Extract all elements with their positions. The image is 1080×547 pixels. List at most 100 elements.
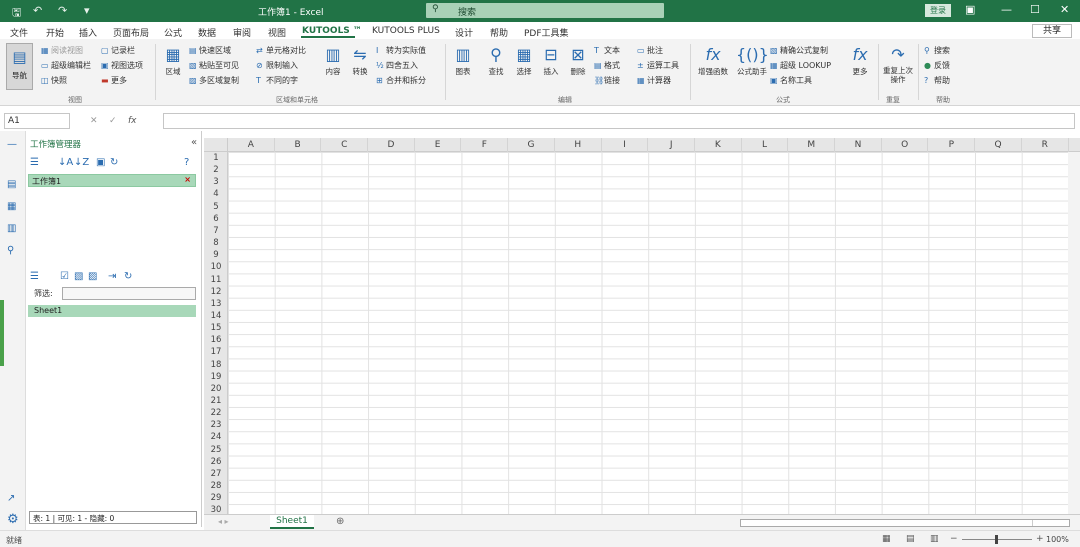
comment-button[interactable]: ▭ 批注 xyxy=(637,45,663,56)
name-box[interactable]: A1 xyxy=(4,113,70,129)
help-button[interactable]: ? 帮助 xyxy=(924,75,950,86)
filter-input[interactable] xyxy=(62,287,196,300)
zoom-thumb[interactable] xyxy=(995,535,998,544)
column-list-icon[interactable]: ▥ xyxy=(7,223,16,234)
insert-button[interactable]: ⊟ 插入 xyxy=(540,44,562,77)
minimize-icon[interactable]: — xyxy=(1001,3,1012,16)
row-header[interactable]: 9 xyxy=(204,249,228,261)
column-header[interactable]: A xyxy=(228,138,275,152)
row-header[interactable]: 13 xyxy=(204,298,228,310)
add-sheet-icon[interactable]: ⊕ xyxy=(336,516,344,527)
collapse-icon[interactable]: — xyxy=(7,139,17,150)
enter-icon[interactable]: ✓ xyxy=(109,116,117,126)
close-workbook-icon[interactable]: × xyxy=(184,175,191,184)
horizontal-scrollbar[interactable] xyxy=(740,519,1070,527)
select-all-corner[interactable] xyxy=(204,138,228,152)
column-header[interactable]: E xyxy=(415,138,462,152)
super-lookup-button[interactable]: ▦ 超级 LOOKUP xyxy=(770,60,831,71)
column-header[interactable]: F xyxy=(462,138,509,152)
tab-kutools-plus[interactable]: KUTOOLS PLUS xyxy=(372,26,440,36)
view-options-button[interactable]: ▣ 视图选项 xyxy=(101,60,143,71)
menu-icon[interactable]: ☰ xyxy=(30,157,39,168)
different-button[interactable]: T 不同的字 xyxy=(256,75,298,86)
page-layout-view-icon[interactable]: ▤ xyxy=(906,534,915,544)
record-bar-button[interactable]: ▢ 记录栏 xyxy=(101,45,135,56)
sort-desc-icon[interactable]: ↓Z xyxy=(74,157,89,168)
compare-cells-button[interactable]: ⇄ 单元格对比 xyxy=(256,45,306,56)
tab-data[interactable]: 数据 xyxy=(198,26,216,39)
help-circle-icon[interactable]: ? xyxy=(184,157,189,168)
quick-range-button[interactable]: ▤ 快速区域 xyxy=(189,45,231,56)
column-header[interactable]: I xyxy=(602,138,649,152)
move-sheet-icon[interactable]: ⇥ xyxy=(108,271,116,282)
export-icon[interactable]: ↗ xyxy=(7,493,15,504)
refresh-sheets-icon[interactable]: ↻ xyxy=(124,271,132,282)
column-header[interactable]: M xyxy=(788,138,836,152)
restrict-input-button[interactable]: ⊘ 限制输入 xyxy=(256,60,298,71)
row-header[interactable]: 10 xyxy=(204,261,228,273)
undo-icon[interactable]: ↶ xyxy=(33,4,42,17)
column-header[interactable]: R xyxy=(1022,138,1069,152)
snapshot-button[interactable]: ◫ 快照 xyxy=(41,75,67,86)
cell-grid[interactable] xyxy=(228,152,1080,514)
row-header[interactable]: 23 xyxy=(204,419,228,431)
tab-pdf-tools[interactable]: PDF工具集 xyxy=(524,26,569,39)
row-header[interactable]: 21 xyxy=(204,395,228,407)
sheet-list-icon[interactable]: ▤ xyxy=(7,179,16,190)
column-header[interactable]: K xyxy=(695,138,742,152)
row-header[interactable]: 25 xyxy=(204,444,228,456)
tab-formulas[interactable]: 公式 xyxy=(164,26,182,39)
to-actual-button[interactable]: Ι 转为实际值 xyxy=(376,45,426,56)
merge-split-button[interactable]: ⊞ 合并和拆分 xyxy=(376,75,426,86)
tab-view[interactable]: 视图 xyxy=(268,26,286,39)
column-header[interactable]: O xyxy=(882,138,929,152)
row-header[interactable]: 18 xyxy=(204,359,228,371)
range-button[interactable]: ▦ 区域 xyxy=(162,44,184,77)
cancel-icon[interactable]: ✕ xyxy=(90,116,98,126)
row-header[interactable]: 4 xyxy=(204,188,228,200)
signin-button[interactable]: 登录 xyxy=(925,4,951,17)
new-window-icon[interactable]: ▣ xyxy=(96,157,105,168)
tab-home[interactable]: 开始 xyxy=(46,26,64,39)
maximize-icon[interactable]: ☐ xyxy=(1030,3,1040,16)
row-header[interactable]: 16 xyxy=(204,334,228,346)
operation-tools-button[interactable]: ± 运算工具 xyxy=(637,60,679,71)
format-button[interactable]: ▤ 格式 xyxy=(594,60,620,71)
sheet-menu-icon[interactable]: ☰ xyxy=(30,271,39,282)
insert-function-icon[interactable]: fx xyxy=(128,116,137,126)
rerun-last-button[interactable]: ↷ 重复上次操作 xyxy=(882,44,914,84)
vertical-scrollbar[interactable] xyxy=(1068,152,1080,514)
sheet-nav-arrows[interactable]: ◂ ▸ xyxy=(218,517,229,526)
row-header[interactable]: 3 xyxy=(204,176,228,188)
select-button[interactable]: ▦ 选择 xyxy=(513,44,535,77)
name-tools-button[interactable]: ▣ 名称工具 xyxy=(770,75,812,86)
row-header[interactable]: 17 xyxy=(204,346,228,358)
find-button[interactable]: ⚲ 查找 xyxy=(485,44,507,77)
column-header[interactable]: C xyxy=(321,138,369,152)
column-header[interactable]: Q xyxy=(975,138,1022,152)
content-button[interactable]: ▥ 内容 xyxy=(322,44,344,77)
row-header[interactable]: 26 xyxy=(204,456,228,468)
chart-button[interactable]: ▥ 图表 xyxy=(452,44,474,77)
row-header[interactable]: 8 xyxy=(204,237,228,249)
row-header[interactable]: 14 xyxy=(204,310,228,322)
close-icon[interactable]: ✕ xyxy=(1060,3,1069,16)
column-header[interactable]: N xyxy=(835,138,882,152)
tab-design[interactable]: 设计 xyxy=(455,26,473,39)
tab-insert[interactable]: 插入 xyxy=(79,26,97,39)
column-header[interactable]: H xyxy=(555,138,602,152)
normal-view-icon[interactable]: ▦ xyxy=(882,534,891,544)
delete-button[interactable]: ⊠ 删除 xyxy=(567,44,589,77)
row-header[interactable]: 6 xyxy=(204,213,228,225)
row-header[interactable]: 5 xyxy=(204,201,228,213)
tab-page-layout[interactable]: 页面布局 xyxy=(113,26,149,39)
zoom-in-icon[interactable]: + xyxy=(1036,534,1044,544)
copy-sheet-icon[interactable]: ▧ xyxy=(74,271,83,282)
collapse-pane-icon[interactable]: « xyxy=(191,137,197,148)
enhanced-functions-button[interactable]: fx 增强函数 xyxy=(697,44,729,77)
reading-view-button[interactable]: ▦ 阅读视图 xyxy=(41,45,83,56)
row-header[interactable]: 20 xyxy=(204,383,228,395)
more-view-button[interactable]: ▬ 更多 xyxy=(101,75,127,86)
search-box[interactable]: ⚲ 搜索 xyxy=(426,3,664,18)
navigation-button[interactable]: ▤ 导航 xyxy=(6,43,33,90)
